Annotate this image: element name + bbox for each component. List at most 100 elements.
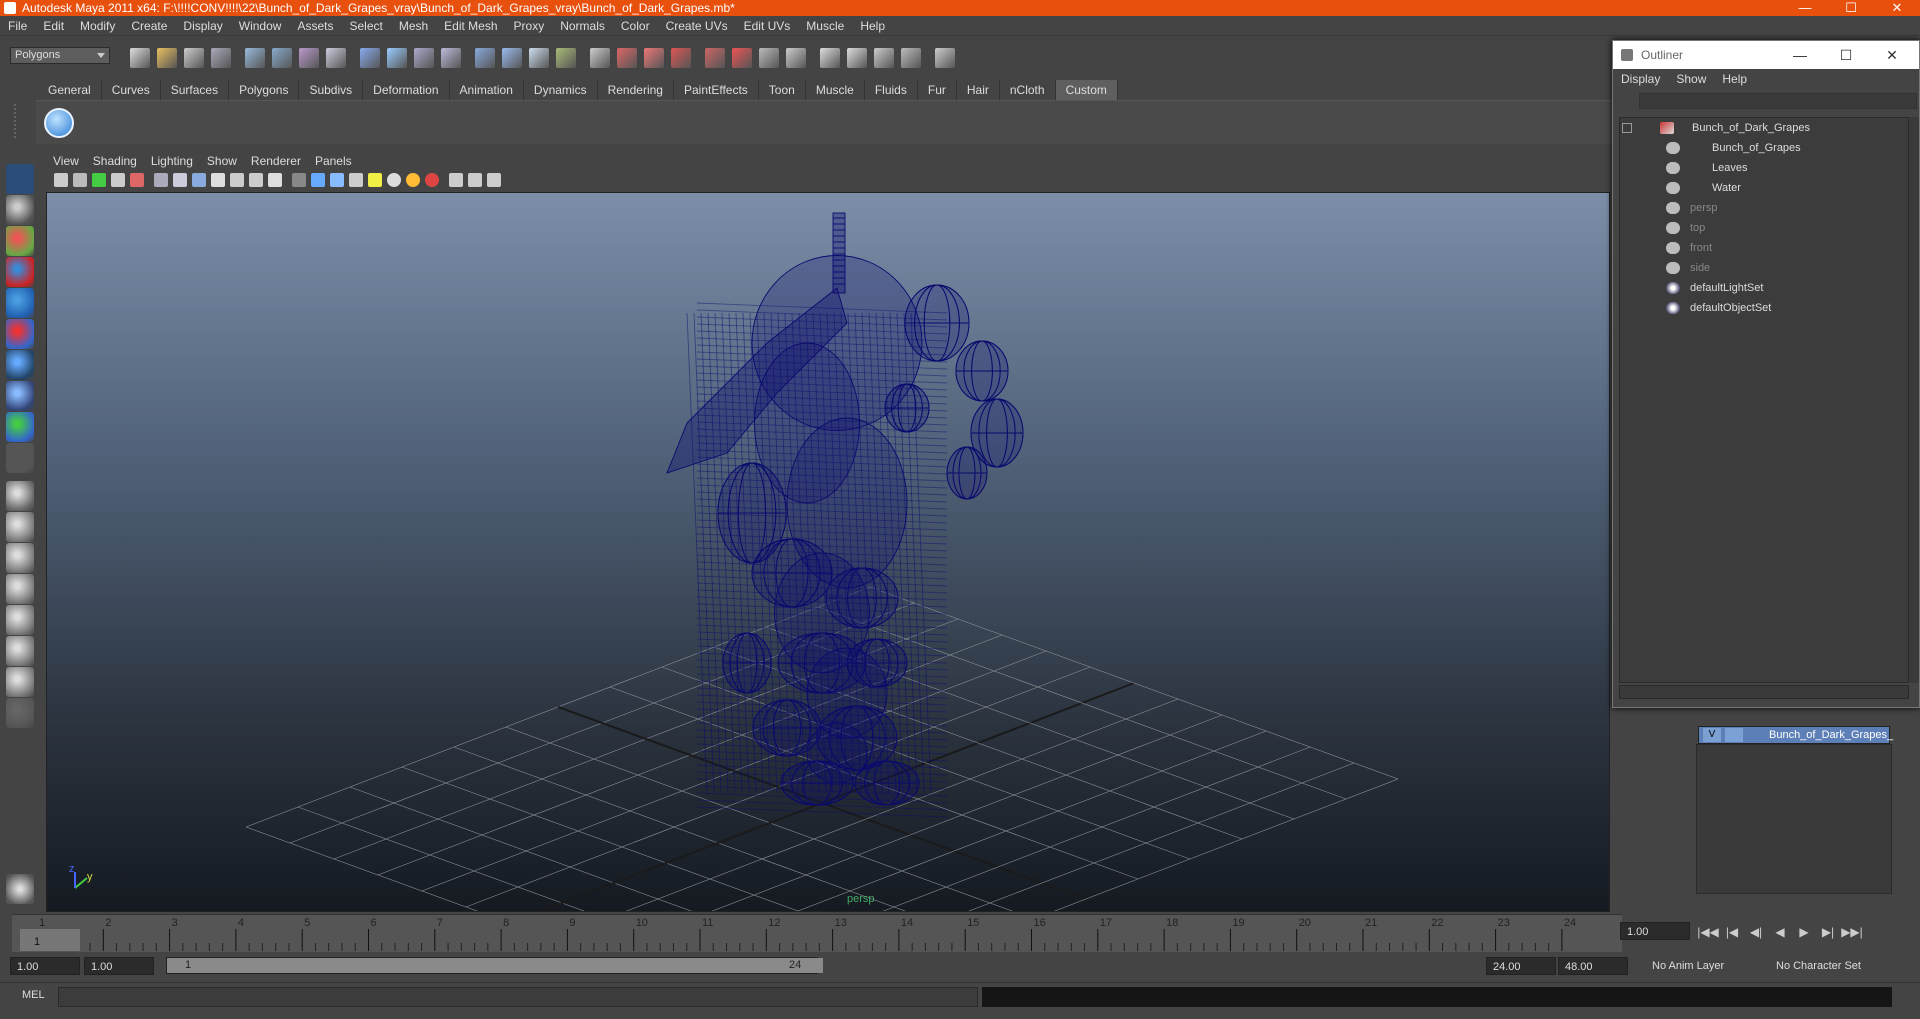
persp-outliner-layout-icon[interactable] bbox=[6, 543, 34, 573]
panel-tool-icon[interactable] bbox=[111, 173, 125, 187]
status-tool-icon[interactable] bbox=[441, 48, 461, 68]
outliner-menu-help[interactable]: Help bbox=[1714, 69, 1755, 89]
panel-tool-icon[interactable] bbox=[130, 173, 144, 187]
render-settings-icon[interactable] bbox=[6, 874, 34, 904]
status-tool-icon[interactable] bbox=[759, 48, 779, 68]
status-tool-icon[interactable] bbox=[502, 48, 522, 68]
status-tool-icon[interactable] bbox=[847, 48, 867, 68]
status-tool-icon[interactable] bbox=[475, 48, 495, 68]
render-layout-icon[interactable] bbox=[6, 667, 34, 697]
layer-visibility-toggle[interactable]: V bbox=[1703, 728, 1721, 742]
outliner-item-side[interactable]: side bbox=[1620, 258, 1910, 278]
status-tool-icon[interactable] bbox=[414, 48, 434, 68]
range-slider-handle[interactable]: 1 24 bbox=[167, 958, 823, 973]
shelf-tab-toon[interactable]: Toon bbox=[759, 80, 806, 100]
panel-tool-icon[interactable] bbox=[92, 173, 106, 187]
menu-display[interactable]: Display bbox=[175, 16, 230, 36]
persp-hypergraph-layout-icon[interactable] bbox=[6, 636, 34, 666]
shelf-tab-hair[interactable]: Hair bbox=[957, 80, 1000, 100]
status-tool-icon[interactable] bbox=[935, 48, 955, 68]
panel-menu-show[interactable]: Show bbox=[200, 152, 244, 170]
outliner-item-leaves[interactable]: Leaves bbox=[1620, 158, 1910, 178]
menu-assets[interactable]: Assets bbox=[289, 16, 341, 36]
outliner-item-front[interactable]: front bbox=[1620, 238, 1910, 258]
shelf-tab-painteffects[interactable]: PaintEffects bbox=[674, 80, 759, 100]
panel-tool-icon[interactable] bbox=[311, 173, 325, 187]
shelf-tab-custom[interactable]: Custom bbox=[1055, 80, 1118, 100]
status-tool-icon[interactable] bbox=[705, 48, 725, 68]
persp-graph-layout-icon[interactable] bbox=[6, 574, 34, 604]
mel-label[interactable]: MEL bbox=[22, 989, 45, 1001]
panel-tool-icon[interactable] bbox=[449, 173, 463, 187]
panel-tool-icon[interactable] bbox=[468, 173, 482, 187]
last-tool-icon[interactable] bbox=[6, 443, 34, 473]
menu-edit-uvs[interactable]: Edit UVs bbox=[736, 16, 799, 36]
status-tool-icon[interactable] bbox=[157, 48, 177, 68]
playback-end-field[interactable]: 24.00 bbox=[1486, 957, 1556, 975]
anim-layer-dropdown[interactable]: No Anim Layer bbox=[1648, 957, 1758, 975]
four-view-layout-icon[interactable] bbox=[6, 512, 34, 542]
outliner-close-button[interactable]: ✕ bbox=[1869, 41, 1915, 69]
show-manip-tool-icon[interactable] bbox=[6, 412, 34, 442]
single-perspective-layout-icon[interactable] bbox=[6, 481, 34, 511]
panel-tool-icon[interactable] bbox=[349, 173, 363, 187]
panel-tool-icon[interactable] bbox=[368, 173, 382, 187]
range-slider[interactable]: 1 24 bbox=[166, 957, 823, 974]
shelf-tab-animation[interactable]: Animation bbox=[450, 80, 524, 100]
shelf-tab-dynamics[interactable]: Dynamics bbox=[524, 80, 598, 100]
outliner-menu-display[interactable]: Display bbox=[1613, 69, 1668, 89]
menu-edit[interactable]: Edit bbox=[35, 16, 72, 36]
outliner-item-persp[interactable]: persp bbox=[1620, 198, 1910, 218]
menu-color[interactable]: Color bbox=[613, 16, 658, 36]
panel-menu-renderer[interactable]: Renderer bbox=[244, 152, 308, 170]
mode-select[interactable]: Polygons bbox=[10, 47, 110, 64]
outliner-search-input[interactable] bbox=[1639, 93, 1917, 109]
shelf-tab-curves[interactable]: Curves bbox=[102, 80, 161, 100]
playback-button-icon[interactable]: ◀ bbox=[1768, 922, 1792, 942]
perspective-viewport[interactable]: y z persp bbox=[46, 192, 1610, 912]
menu-window[interactable]: Window bbox=[231, 16, 290, 36]
status-tool-icon[interactable] bbox=[130, 48, 150, 68]
panel-tool-icon[interactable] bbox=[54, 173, 68, 187]
move-tool-icon[interactable] bbox=[6, 257, 34, 287]
menu-create-uvs[interactable]: Create UVs bbox=[658, 16, 736, 36]
status-tool-icon[interactable] bbox=[732, 48, 752, 68]
end-time-field[interactable]: 48.00 bbox=[1558, 957, 1628, 975]
status-tool-icon[interactable] bbox=[901, 48, 921, 68]
playback-start-field[interactable]: 1.00 bbox=[84, 957, 154, 975]
status-tool-icon[interactable] bbox=[211, 48, 231, 68]
time-slider[interactable]: 1 2 3 4 5 6 7 8 9 10 11 12 13 14 15 16 17 18 19 20 21 22 23 24 1 bbox=[12, 914, 1622, 952]
outliner-item-bunch-of-grapes[interactable]: Bunch_of_Grapes bbox=[1620, 138, 1910, 158]
outliner-maximize-button[interactable]: ☐ bbox=[1823, 41, 1869, 69]
status-tool-icon[interactable] bbox=[245, 48, 265, 68]
character-set-dropdown[interactable]: No Character Set bbox=[1772, 957, 1882, 975]
panel-menu-shading[interactable]: Shading bbox=[86, 152, 144, 170]
playback-button-icon[interactable]: ▶ bbox=[1792, 922, 1816, 942]
layer-playback-toggle[interactable] bbox=[1725, 728, 1743, 742]
status-tool-icon[interactable] bbox=[272, 48, 292, 68]
manipulator-tool-icon[interactable] bbox=[6, 350, 34, 380]
status-tool-icon[interactable] bbox=[556, 48, 576, 68]
panel-tool-icon[interactable] bbox=[73, 173, 87, 187]
panel-tool-icon[interactable] bbox=[173, 173, 187, 187]
playback-button-icon[interactable]: ▶▶| bbox=[1840, 922, 1864, 942]
time-playhead[interactable] bbox=[20, 929, 80, 951]
panel-tool-icon[interactable] bbox=[268, 173, 282, 187]
layer-row[interactable]: V Bunch_of_Dark_Grapes_ bbox=[1698, 726, 1893, 744]
panel-menu-panels[interactable]: Panels bbox=[308, 152, 359, 170]
status-tool-icon[interactable] bbox=[529, 48, 549, 68]
menu-modify[interactable]: Modify bbox=[72, 16, 123, 36]
shelf-tab-fluids[interactable]: Fluids bbox=[865, 80, 918, 100]
menu-select[interactable]: Select bbox=[341, 16, 390, 36]
status-tool-icon[interactable] bbox=[299, 48, 319, 68]
panel-tool-icon[interactable] bbox=[330, 173, 344, 187]
status-tool-icon[interactable] bbox=[360, 48, 380, 68]
layout-options-icon[interactable] bbox=[6, 698, 34, 728]
maximize-button[interactable]: ☐ bbox=[1828, 0, 1874, 16]
outliner-item-defaultobjectset[interactable]: defaultObjectSet bbox=[1620, 298, 1910, 318]
custom-shelf-check-icon[interactable] bbox=[44, 108, 74, 138]
panel-tool-icon[interactable] bbox=[425, 173, 439, 187]
soft-mod-tool-icon[interactable] bbox=[6, 381, 34, 411]
shelf-grip-icon[interactable] bbox=[14, 104, 30, 138]
start-time-field[interactable]: 1.00 bbox=[10, 957, 80, 975]
